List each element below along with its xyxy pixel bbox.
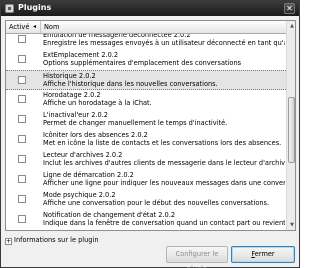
column-header-active[interactable]: Activé ◂ bbox=[6, 21, 41, 33]
close-button[interactable]: Fermer bbox=[231, 246, 295, 263]
window-title: Plugins bbox=[18, 3, 52, 12]
plugin-name: Horodatage 2.0.2 bbox=[43, 91, 101, 99]
column-header-active-label: Activé bbox=[9, 23, 30, 31]
plugin-name: Icôniter lors des absences 2.0.2 bbox=[43, 131, 148, 139]
title-bar: Plugins ✕ bbox=[1, 1, 299, 16]
plugin-name: L'inactival'eur 2.0.2 bbox=[43, 111, 108, 119]
vertical-scrollbar[interactable]: ▲ ▼ bbox=[286, 21, 295, 230]
close-button-label: ermer bbox=[254, 250, 275, 258]
list-header: Activé ◂ Nom bbox=[6, 21, 286, 34]
plugin-description: Affiche une conversation pour le début d… bbox=[43, 199, 270, 207]
plugin-enabled-checkbox[interactable] bbox=[18, 115, 26, 123]
plugin-info-toggle[interactable]: + Informations sur le plugin bbox=[5, 236, 99, 245]
plugin-name: ExtEmplacement 2.0.2 bbox=[43, 51, 119, 59]
plugin-enabled-checkbox[interactable] bbox=[18, 76, 26, 84]
plugin-description: Options supplémentaires d'emplacement de… bbox=[43, 59, 242, 67]
window-close-button[interactable]: ✕ bbox=[284, 3, 295, 14]
plugin-row[interactable]: Notification de changement d'état 2.0.2 I… bbox=[6, 210, 286, 230]
plugin-description: Enregistre les messages envoyés à un uti… bbox=[43, 39, 285, 47]
sort-arrow-icon: ◂ bbox=[33, 23, 37, 30]
plugin-description: Indique dans la fenêtre de conversation … bbox=[43, 219, 285, 227]
plugin-enabled-checkbox[interactable] bbox=[18, 175, 26, 183]
scrollbar-thumb[interactable] bbox=[288, 97, 295, 163]
plugin-enabled-checkbox[interactable] bbox=[18, 195, 26, 203]
plugin-description: Permet de changer manuellement le temps … bbox=[43, 119, 228, 127]
plugin-row[interactable]: Émulation de messagerie déconnectée 2.0.… bbox=[6, 34, 286, 50]
plugin-enabled-checkbox[interactable] bbox=[18, 135, 26, 143]
plugin-description: Afficher une ligne pour indiquer les nou… bbox=[43, 179, 285, 187]
configure-plugin-button[interactable]: Configurer le plugin bbox=[166, 246, 228, 268]
plugin-rows: Émulation de messagerie déconnectée 2.0.… bbox=[6, 34, 286, 230]
column-header-name[interactable]: Nom bbox=[41, 21, 286, 33]
expand-plus-icon: + bbox=[5, 238, 12, 245]
plugin-name: Ligne de démarcation 2.0.2 bbox=[43, 171, 134, 179]
plugin-enabled-checkbox[interactable] bbox=[18, 215, 26, 223]
plugin-name: Historique 2.0.2 bbox=[43, 72, 96, 80]
plugin-name: Notification de changement d'état 2.0.2 bbox=[43, 211, 176, 219]
plugin-row[interactable]: L'inactival'eur 2.0.2 Permet de changer m… bbox=[6, 110, 286, 130]
plugin-row[interactable]: ExtEmplacement 2.0.2 Options supplémentai… bbox=[6, 50, 286, 70]
plugin-enabled-checkbox[interactable] bbox=[18, 55, 26, 63]
plugin-row[interactable]: Lecteur d'archives 2.0.2 Inclut les archi… bbox=[6, 150, 286, 170]
plugin-description: Affiche l'historique dans les nouvelles … bbox=[43, 80, 218, 88]
plugin-row[interactable]: Ligne de démarcation 2.0.2 Afficher une l… bbox=[6, 170, 286, 190]
plugin-name: Lecteur d'archives 2.0.2 bbox=[43, 151, 123, 159]
scroll-up-arrow-icon[interactable]: ▲ bbox=[287, 21, 295, 31]
plugin-enabled-checkbox[interactable] bbox=[18, 35, 26, 43]
plugin-row[interactable]: Icôniter lors des absences 2.0.2 Met en i… bbox=[6, 130, 286, 150]
plugin-description: Affiche un horodatage à la iChat. bbox=[43, 99, 152, 107]
plugin-row[interactable]: Historique 2.0.2 Affiche l'historique dan… bbox=[6, 70, 286, 90]
app-icon bbox=[5, 4, 14, 13]
scroll-down-arrow-icon[interactable]: ▼ bbox=[287, 220, 295, 230]
plugins-window: Plugins ✕ Activé ◂ Nom Émulation de mess… bbox=[0, 0, 300, 268]
plugin-row[interactable]: Mode psychique 2.0.2 Affiche une conversa… bbox=[6, 190, 286, 210]
plugin-name: Mode psychique 2.0.2 bbox=[43, 191, 116, 199]
plugin-enabled-checkbox[interactable] bbox=[18, 95, 26, 103]
plugin-enabled-checkbox[interactable] bbox=[18, 155, 26, 163]
plugin-description: Met en icône la liste de contacts et les… bbox=[43, 139, 282, 147]
plugin-description: Inclut les archives d'autres clients de … bbox=[43, 159, 285, 167]
plugin-info-label: Informations sur le plugin bbox=[14, 236, 99, 244]
plugin-row[interactable]: Horodatage 2.0.2 Affiche un horodatage à … bbox=[6, 90, 286, 110]
plugin-list: Activé ◂ Nom Émulation de messagerie déc… bbox=[5, 20, 296, 231]
